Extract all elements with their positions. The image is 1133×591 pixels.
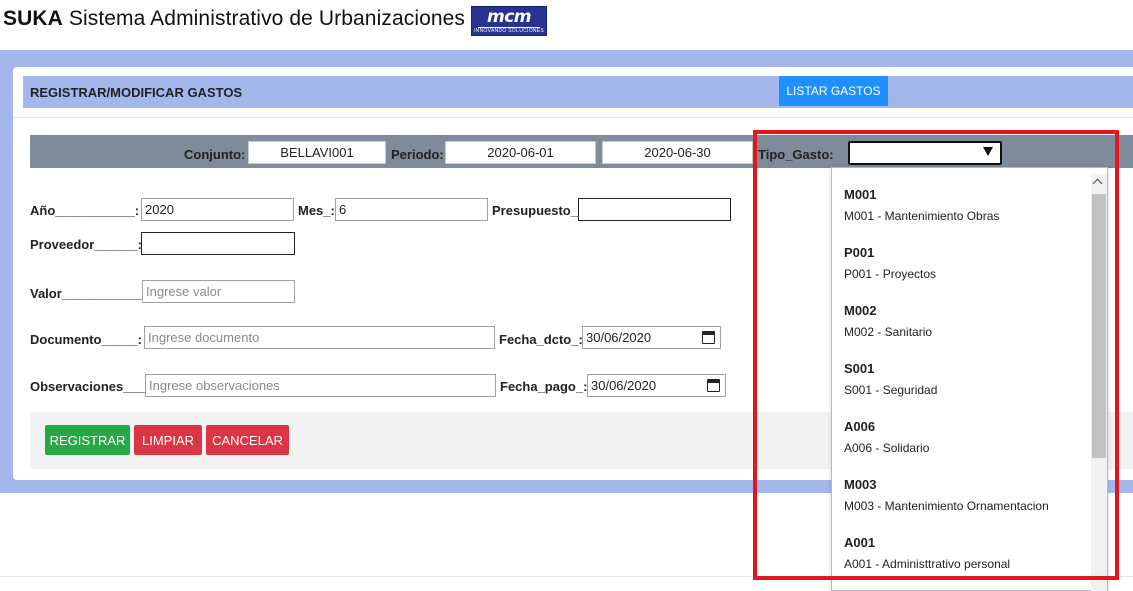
periodo-label: Periodo: xyxy=(391,147,444,162)
presupuesto-label: Presupuesto_: xyxy=(492,203,583,218)
filter-bar: Conjunto: BELLAVI001 Periodo: 2020-06-01… xyxy=(30,135,1133,168)
presupuesto-input[interactable] xyxy=(578,198,731,221)
option-code: P001 xyxy=(844,245,875,260)
mcm-logo: mcm INNOVANDO SOLUCIONES xyxy=(471,6,548,36)
option-description: M002 - Sanitario xyxy=(844,325,933,339)
dropdown-option[interactable]: A006 A006 - Solidario xyxy=(844,419,929,456)
option-code: M001 xyxy=(844,187,877,202)
card-title: REGISTRAR/MODIFICAR GASTOS xyxy=(30,85,243,100)
option-description: A001 - Administtrativo personal xyxy=(844,557,1011,571)
proveedor-input[interactable] xyxy=(141,232,295,255)
logo-tagline: INNOVANDO SOLUCIONES xyxy=(473,28,545,34)
anio-label: Año___________: xyxy=(30,203,140,218)
fecha-dcto-label: Fecha_dcto_: xyxy=(499,332,583,347)
tipo-gasto-label: Tipo_Gasto: xyxy=(758,147,834,162)
card-divider xyxy=(13,117,1133,118)
app-short-name: SUKA xyxy=(3,7,63,30)
register-button[interactable]: REGISTRAR xyxy=(45,425,130,455)
fecha-pago-input[interactable]: 30/06/2020 xyxy=(587,374,726,397)
calendar-icon[interactable] xyxy=(707,379,720,392)
list-expenses-button[interactable]: LISTAR GASTOS xyxy=(779,76,888,106)
option-description: A006 - Solidario xyxy=(844,441,930,455)
observaciones-label: Observaciones___: xyxy=(30,379,150,394)
option-code: S001 xyxy=(844,361,875,376)
option-code: A001 xyxy=(844,535,876,550)
dropdown-option[interactable]: P001 P001 - Proyectos xyxy=(844,245,936,282)
option-code: M002 xyxy=(844,303,877,318)
fecha-pago-value: 30/06/2020 xyxy=(591,378,657,393)
dropdown-option[interactable]: M003 M003 - Mantenimiento Ornamentacion xyxy=(844,477,1049,514)
documento-label: Documento_____: xyxy=(30,332,142,347)
conjunto-label: Conjunto: xyxy=(184,147,246,162)
valor-input[interactable]: Ingrese valor xyxy=(142,280,295,303)
caret-down-icon xyxy=(983,147,993,156)
fecha-pago-label: Fecha_pago_: xyxy=(500,379,588,394)
option-code: A006 xyxy=(844,419,876,434)
option-description: M003 - Mantenimiento Ornamentacion xyxy=(844,499,1049,513)
app-full-name: Sistema Administrativo de Urbanizaciones xyxy=(68,7,466,30)
periodo-end-field[interactable]: 2020-06-30 xyxy=(602,141,753,164)
app-title: SUKA Sistema Administrativo de Urbanizac… xyxy=(3,6,465,32)
dropdown-option[interactable]: A001 A001 - Administtrativo personal xyxy=(844,535,1010,572)
option-description: M001 - Mantenimiento Obras xyxy=(844,209,1000,223)
valor-label: Valor___________: xyxy=(30,286,146,301)
logo-text: mcm xyxy=(487,7,532,27)
cancel-button[interactable]: CANCELAR xyxy=(206,425,289,455)
calendar-icon[interactable] xyxy=(702,331,715,344)
dropdown-scrollbar[interactable] xyxy=(1091,174,1107,591)
documento-input[interactable]: Ingrese documento xyxy=(144,326,495,349)
periodo-start-field[interactable]: 2020-06-01 xyxy=(445,141,596,164)
card-header: REGISTRAR/MODIFICAR GASTOS LISTAR GASTOS xyxy=(23,76,1133,108)
dropdown-option[interactable]: M002 M002 - Sanitario xyxy=(844,303,932,340)
dropdown-option[interactable]: S001 S001 - Seguridad xyxy=(844,361,937,398)
anio-input[interactable]: 2020 xyxy=(141,198,294,221)
mes-input[interactable]: 6 xyxy=(335,198,488,221)
option-description: S001 - Seguridad xyxy=(844,383,938,397)
app: SUKA Sistema Administrativo de Urbanizac… xyxy=(0,0,1133,591)
option-code: M003 xyxy=(844,477,877,492)
conjunto-field[interactable]: BELLAVI001 xyxy=(248,141,386,164)
tipo-gasto-dropdown[interactable]: M001 M001 - Mantenimiento Obras P001 P00… xyxy=(831,167,1108,591)
scrollbar-thumb[interactable] xyxy=(1092,194,1106,458)
observaciones-input[interactable]: Ingrese observaciones xyxy=(145,374,496,397)
fecha-dcto-value: 30/06/2020 xyxy=(586,330,652,345)
dropdown-option[interactable]: M001 M001 - Mantenimiento Obras xyxy=(844,187,999,224)
mes-label: Mes_: xyxy=(298,203,335,218)
clear-button[interactable]: LIMPIAR xyxy=(134,425,202,455)
fecha-dcto-input[interactable]: 30/06/2020 xyxy=(582,326,721,349)
app-header: SUKA Sistema Administrativo de Urbanizac… xyxy=(0,0,1133,50)
proveedor-label: Proveedor______: xyxy=(30,237,143,252)
option-description: P001 - Proyectos xyxy=(844,267,937,281)
scroll-up-icon[interactable] xyxy=(1092,178,1103,189)
tipo-gasto-select[interactable] xyxy=(848,141,1002,165)
